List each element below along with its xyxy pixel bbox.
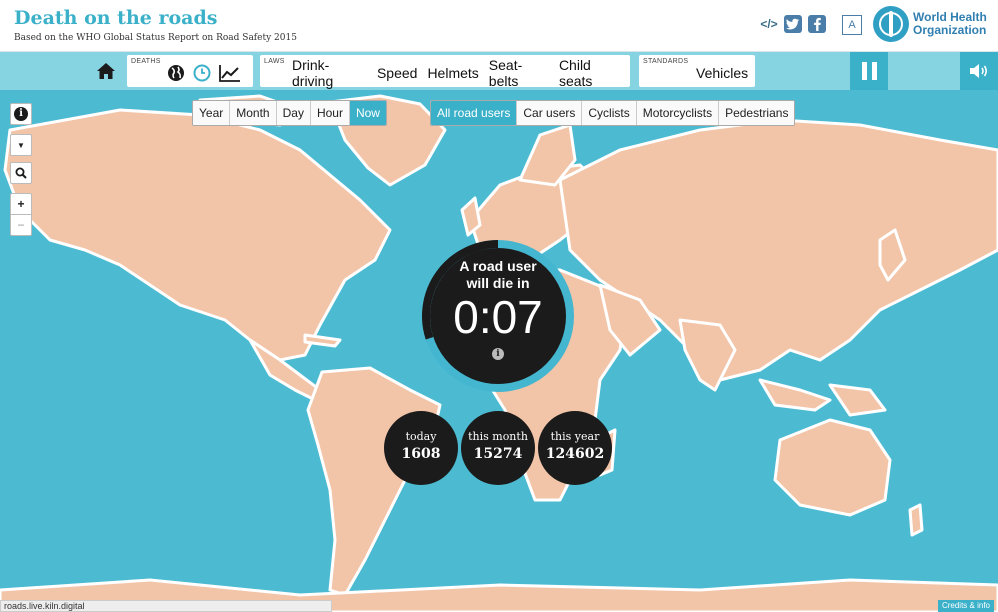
road-user-filter-group: All road users Car users Cyclists Motorc…: [430, 100, 796, 126]
user-filter-cyclists[interactable]: Cyclists: [582, 101, 637, 125]
pause-icon-bar-left: [861, 62, 867, 80]
standards-group: STANDARDS Vehicles: [639, 55, 755, 87]
stat-value: 15274: [473, 446, 523, 462]
stat-label: today: [405, 430, 437, 443]
user-filter-all[interactable]: All road users: [431, 101, 518, 125]
stat-value: 124602: [545, 446, 605, 462]
info-button[interactable]: i: [10, 103, 32, 125]
time-filter-now[interactable]: Now: [349, 101, 386, 125]
law-child-seats[interactable]: Child seats: [554, 57, 630, 89]
stat-label: this year: [550, 430, 600, 443]
status-bar-url: roads.live.kiln.digital: [0, 600, 332, 612]
time-filter-day[interactable]: Day: [276, 101, 311, 125]
translate-icon[interactable]: A: [842, 15, 862, 35]
user-filter-motorcyclists[interactable]: Motorcyclists: [636, 101, 720, 125]
countdown-message: A road user will die in: [430, 258, 566, 292]
standard-vehicles[interactable]: Vehicles: [691, 65, 753, 81]
share-icons: </>: [760, 15, 826, 33]
stat-this-year: this year 124602: [538, 411, 612, 485]
stat-today: today 1608: [384, 411, 458, 485]
countdown-time: 0:07: [453, 291, 543, 343]
info-icon: i: [14, 107, 28, 121]
stat-value: 1608: [401, 446, 441, 462]
zoom-in-button[interactable]: +: [10, 193, 32, 215]
zoom-out-button[interactable]: −: [10, 214, 32, 236]
home-icon[interactable]: [96, 61, 116, 81]
time-filter-month[interactable]: Month: [230, 101, 277, 125]
org-name-line2: Organization: [913, 23, 987, 37]
zoom-in-icon: +: [17, 197, 25, 211]
law-speed[interactable]: Speed: [372, 65, 422, 81]
standards-label: STANDARDS: [643, 58, 689, 65]
deaths-group: DEATHS: [127, 55, 253, 87]
who-emblem-icon: [873, 6, 909, 42]
sound-button[interactable]: [960, 52, 998, 90]
time-filter-group: Year Month Day Hour Now: [192, 100, 387, 126]
law-helmets[interactable]: Helmets: [422, 65, 483, 81]
embed-code-icon[interactable]: </>: [760, 15, 778, 33]
time-filter-hour[interactable]: Hour: [310, 101, 350, 125]
clock-icon[interactable]: [193, 64, 211, 82]
speaker-icon: [970, 64, 988, 78]
header: Death on the roads Based on the WHO Glob…: [0, 0, 998, 52]
pause-icon-bar-right: [871, 62, 877, 80]
countdown-line1: A road user: [459, 258, 537, 274]
law-seat-belts[interactable]: Seat-belts: [484, 57, 554, 89]
laws-label: LAWS: [264, 58, 285, 65]
trend-chart-icon[interactable]: [219, 64, 241, 82]
twitter-icon[interactable]: [784, 15, 802, 33]
countdown-info-icon[interactable]: i: [492, 348, 504, 360]
laws-group: LAWS Drink-driving Speed Helmets Seat-be…: [260, 55, 630, 89]
zoom-out-icon: −: [17, 218, 25, 232]
pause-button[interactable]: [850, 52, 888, 90]
stat-this-month: this month 15274: [461, 411, 535, 485]
stat-label: this month: [468, 430, 528, 443]
facebook-icon[interactable]: [808, 15, 826, 33]
page-subtitle: Based on the WHO Global Status Report on…: [14, 33, 297, 43]
page-title: Death on the roads: [14, 7, 218, 29]
filter-icon: ▼: [17, 140, 25, 150]
globe-icon[interactable]: [167, 64, 185, 82]
search-icon: [15, 167, 27, 179]
deaths-label: DEATHS: [131, 58, 161, 65]
law-drink-driving[interactable]: Drink-driving: [287, 57, 372, 89]
filter-button[interactable]: ▼: [10, 134, 32, 156]
who-logo[interactable]: World Health Organization: [873, 6, 987, 42]
time-filter-year[interactable]: Year: [193, 101, 231, 125]
credits-link[interactable]: Credits & info: [937, 600, 994, 612]
user-filter-pedestrians[interactable]: Pedestrians: [719, 101, 795, 125]
user-filter-car[interactable]: Car users: [517, 101, 583, 125]
search-button[interactable]: [10, 162, 32, 184]
main-toolbar: DEATHS LAWS Drink-driving Speed Helmets …: [0, 52, 998, 90]
